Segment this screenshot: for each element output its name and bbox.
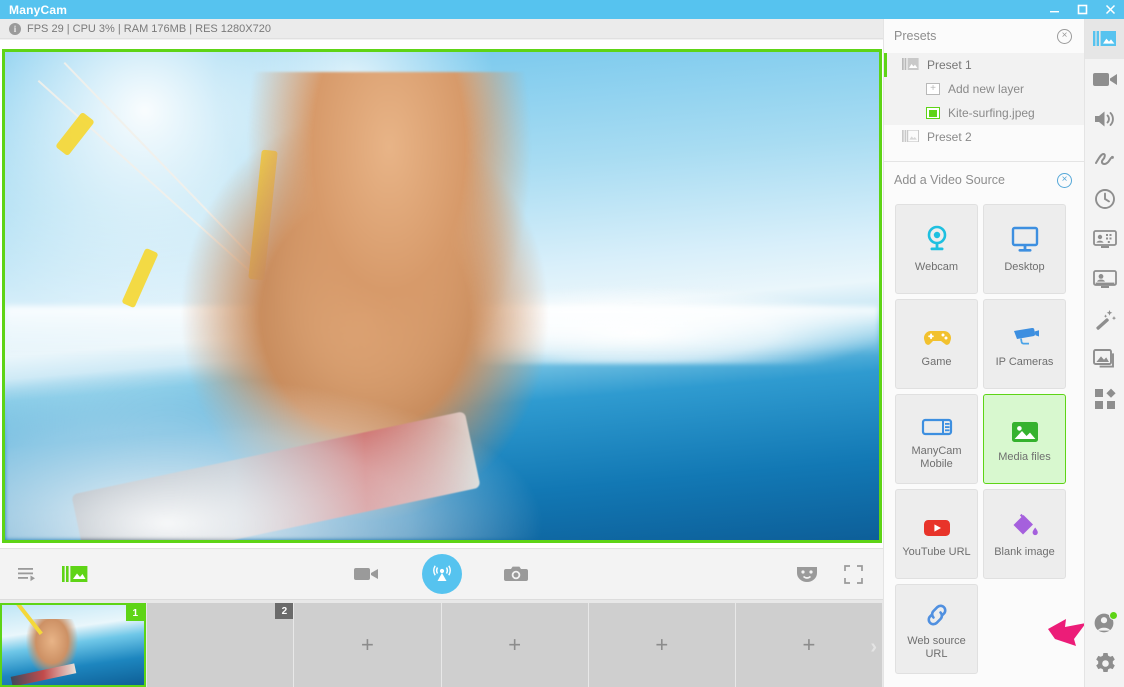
thumbnail-slot-4[interactable]: + [441,603,588,687]
thumbnail-next-arrow[interactable]: › [870,636,877,659]
video-source-panel-header: Add a Video Source × [884,162,1084,198]
app-title: ManyCam [9,2,68,17]
add-new-layer-row[interactable]: + Add new layer [884,77,1084,101]
add-thumbnail-icon[interactable]: + [508,634,521,656]
close-button[interactable] [1096,0,1124,19]
thumbnail-slot-2[interactable]: 2 [147,603,294,687]
rail-item-extensions[interactable] [1085,379,1124,419]
minimize-button[interactable] [1040,0,1068,19]
source-tile-game[interactable]: Game [895,299,978,389]
rail-item-account[interactable] [1085,603,1124,643]
preset-row-2[interactable]: Preset 2 [884,125,1084,149]
thumbnail-slot-1[interactable]: 1 [0,603,147,687]
source-tile-label: Webcam [914,261,959,274]
source-tile-webcam[interactable]: Webcam [895,204,978,294]
presets-list: Preset 1 + Add new layer Kite-surfing.jp… [884,53,1084,157]
close-icon[interactable]: × [1057,172,1072,188]
source-tile-label: Media files [998,451,1051,464]
rail-item-backgrounds[interactable] [1085,339,1124,379]
source-tile-label: IP Cameras [995,356,1054,369]
control-bar [0,548,883,600]
presets-panel-title: Presets [894,29,937,43]
paint-bucket-icon [1011,509,1039,539]
rail-item-scheduler[interactable] [1085,179,1124,219]
rail-item-audio-sources[interactable] [1085,99,1124,139]
rail-bottom-group [1085,603,1124,683]
window-controls [1040,0,1124,19]
title-bar: ManyCam [0,0,1124,19]
thumbnail-slot-3[interactable]: + [294,603,441,687]
source-tile-label: Blank image [994,546,1055,559]
layer-row-kite-surfing[interactable]: Kite-surfing.jpeg [884,101,1084,125]
preset-label: Preset 1 [927,58,972,72]
rail-item-chroma-key[interactable] [1085,219,1124,259]
close-icon[interactable]: × [1057,28,1072,44]
thumbnail-strip: 1 2 + + + + › [0,600,883,687]
thumbnail-slot-6[interactable]: + [735,603,883,687]
source-tile-media-files[interactable]: Media files [983,394,1086,646]
manycam-window: ManyCam i FPS 29 | CPU 3% | RAM 176MB | … [0,0,1124,687]
right-panel: Presets × Preset 1 + Add new layer Kite-… [883,19,1086,687]
source-tile-youtube-url[interactable]: YouTube URL [895,489,978,579]
add-layer-label: Add new layer [948,82,1025,96]
fullscreen-icon[interactable] [844,564,863,584]
rail-item-lower-thirds[interactable] [1085,259,1124,299]
source-tile-label: Desktop [1004,261,1045,274]
rail-item-settings[interactable] [1085,643,1124,683]
info-icon: i [9,22,21,35]
layer-label: Kite-surfing.jpeg [948,106,1035,120]
presets-panel-header: Presets × [884,19,1084,53]
source-tile-desktop[interactable]: Desktop [983,204,1066,294]
presets-layers-icon[interactable] [62,564,88,584]
media-image-icon [1011,414,1039,444]
thumbnail-badge: 2 [275,603,294,619]
broadcast-button[interactable] [421,554,462,594]
add-thumbnail-icon[interactable]: + [361,634,374,656]
media-layer-icon [926,107,940,119]
link-chain-icon [923,598,951,628]
source-tile-manycam-mobile[interactable]: ManyCam Mobile [895,394,978,484]
video-preview[interactable] [2,49,882,543]
source-tile-web-source-url[interactable]: Web source URL [895,584,978,674]
snapshot-icon[interactable] [503,564,530,584]
add-thumbnail-icon[interactable]: + [655,634,668,656]
source-tile-label: YouTube URL [902,546,971,559]
playlist-icon[interactable] [18,566,38,582]
effects-mask-icon[interactable] [796,565,818,583]
record-video-icon[interactable] [353,565,380,583]
thumbnail-badge: 1 [126,605,145,621]
thumbnail-image [2,605,145,685]
source-tile-blank-image[interactable]: Blank image [983,489,1066,579]
rail-item-draw-tools[interactable] [1085,139,1124,179]
rail-item-video-sources[interactable] [1085,59,1124,99]
rail-item-presets-layers[interactable] [1085,19,1124,59]
video-source-panel-title: Add a Video Source [894,173,1005,187]
right-icon-rail [1084,19,1124,687]
ip-camera-icon [1010,319,1040,349]
status-text: FPS 29 | CPU 3% | RAM 176MB | RES 1280X7… [27,22,271,35]
mobile-device-icon [921,408,953,438]
maximize-button[interactable] [1068,0,1096,19]
layers-icon [902,57,919,73]
plus-icon: + [926,83,940,95]
desktop-monitor-icon [1010,224,1040,254]
rail-item-effects[interactable] [1085,299,1124,339]
source-tile-label: Web source URL [907,634,966,660]
thumbnail-slot-5[interactable]: + [588,603,735,687]
source-tile-label: ManyCam Mobile [911,444,962,470]
preview-spray [5,374,547,540]
source-tile-ip-cameras[interactable]: IP Cameras [983,299,1066,389]
status-bar: i FPS 29 | CPU 3% | RAM 176MB | RES 1280… [0,19,883,39]
webcam-icon [922,224,952,254]
layers-icon [902,128,920,145]
preset-row-1[interactable]: Preset 1 [884,53,1084,77]
video-source-grid: Webcam Desktop Game IP Cameras ManyCam M… [884,198,1086,674]
youtube-icon [922,509,952,539]
account-status-dot [1109,611,1118,620]
preset-label: Preset 2 [927,130,972,144]
gamepad-icon [922,319,952,349]
add-thumbnail-icon[interactable]: + [803,634,816,656]
source-tile-label: Game [921,356,952,369]
preview-stage [0,40,883,548]
